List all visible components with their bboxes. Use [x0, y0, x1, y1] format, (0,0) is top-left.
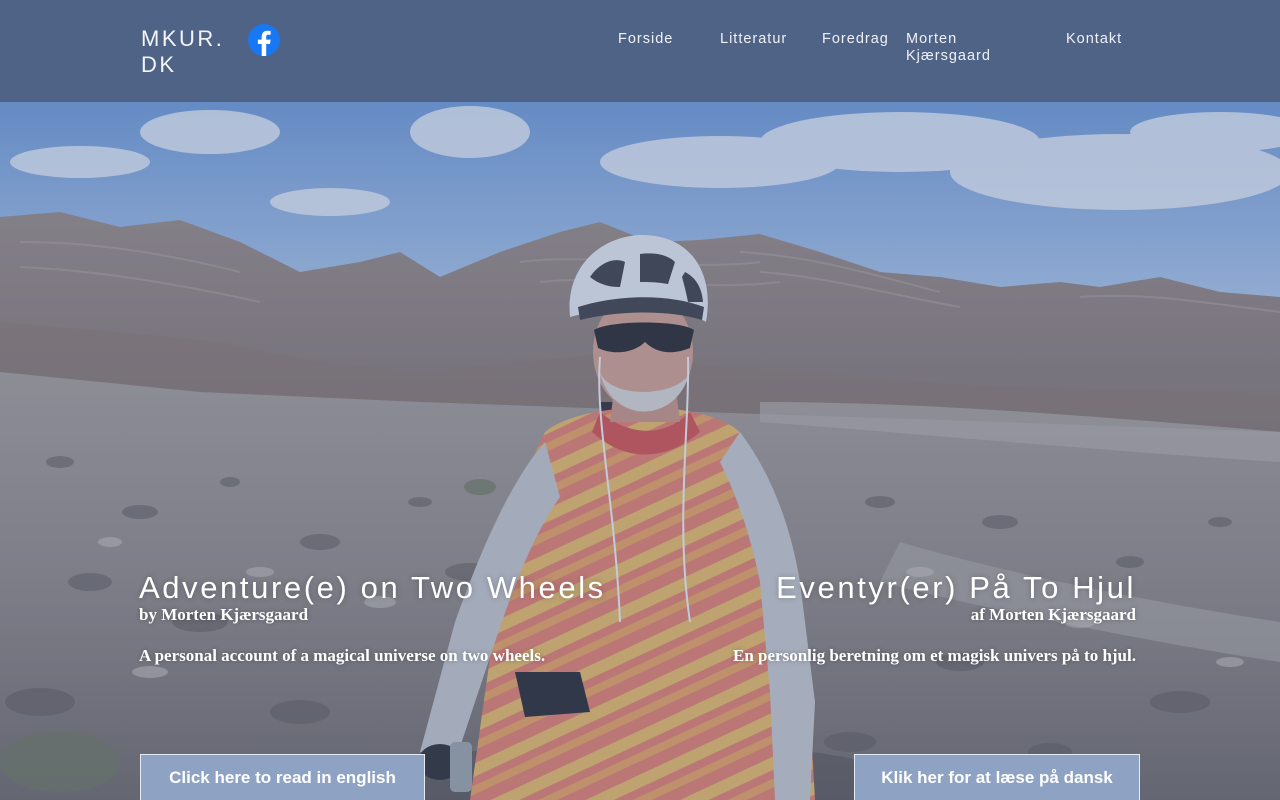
english-title: Adventure(e) on Two Wheels	[139, 570, 606, 605]
read-danish-button[interactable]: Klik her for at læse på dansk	[854, 754, 1140, 800]
page: MKUR. DK Forside Litteratur Foredrag Mor…	[0, 0, 1280, 800]
hero-tint-overlay	[0, 102, 1280, 800]
danish-title: Eventyr(er) På To Hjul	[776, 570, 1136, 605]
danish-description: En personlig beretning om et magisk univ…	[732, 646, 1136, 665]
nav-morten-kjaersgaard[interactable]: Morten Kjærsgaard	[906, 31, 1016, 65]
nav-litteratur[interactable]: Litteratur	[720, 31, 787, 48]
nav-foredrag[interactable]: Foredrag	[822, 31, 889, 48]
english-byline: by Morten Kjærsgaard	[139, 605, 309, 624]
facebook-icon[interactable]	[247, 23, 281, 57]
danish-byline: af Morten Kjærsgaard	[970, 605, 1136, 624]
read-english-button[interactable]: Click here to read in english	[140, 754, 425, 800]
nav-forside[interactable]: Forside	[618, 31, 673, 48]
site-header: MKUR. DK Forside Litteratur Foredrag Mor…	[0, 0, 1280, 102]
site-logo[interactable]: MKUR. DK	[141, 26, 233, 78]
nav-kontakt[interactable]: Kontakt	[1066, 31, 1122, 48]
english-description: A personal account of a magical universe…	[139, 646, 546, 665]
hero-section	[0, 102, 1280, 800]
